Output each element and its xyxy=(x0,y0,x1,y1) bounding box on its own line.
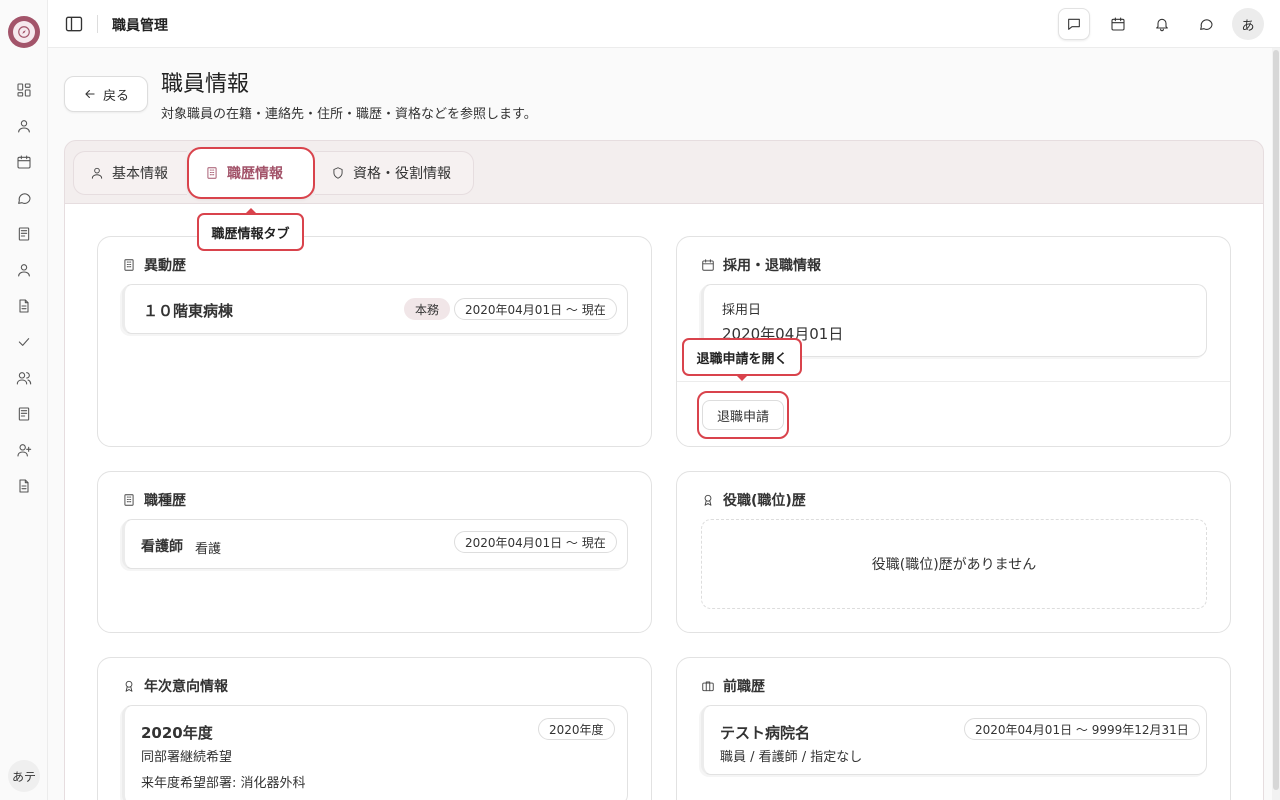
annual-intention-card: 年次意向情報 2020年度 2020年度 同部署継続希望 来年度希望部署: 消化… xyxy=(97,657,652,800)
period-badge: 2020年04月01日 〜 9999年12月31日 xyxy=(964,718,1200,740)
book-icon[interactable] xyxy=(14,224,34,244)
card-title: 前職歴 xyxy=(723,679,765,695)
back-label: 戻る xyxy=(102,88,129,104)
user-avatar[interactable]: あ xyxy=(1232,8,1264,40)
status-badge: 本務 xyxy=(404,298,451,320)
app-title: 職員管理 xyxy=(112,18,168,34)
retire-open-callout: 退職申請を開く xyxy=(682,338,802,381)
calendar-icon[interactable] xyxy=(14,152,34,172)
building-icon xyxy=(124,259,134,271)
tab-qualification-info[interactable]: 資格・役割情報 xyxy=(315,151,474,195)
previous-employer: テスト病院名 xyxy=(720,724,811,742)
list-item[interactable]: 2020年度 2020年度 同部署継続希望 来年度希望部署: 消化器外科 xyxy=(122,705,628,800)
page-title: 職員情報 xyxy=(161,72,250,97)
retire-request-button[interactable]: 退職申請 xyxy=(697,391,789,439)
card-heading: 前職歴 xyxy=(701,676,765,696)
list-item[interactable]: 看護師 看護 2020年04月01日 〜 現在 xyxy=(122,519,628,569)
card-heading: 職種歴 xyxy=(122,490,186,510)
bell-icon[interactable] xyxy=(1146,8,1178,40)
shield-icon xyxy=(333,167,343,179)
grid-icon[interactable] xyxy=(14,80,34,100)
period-badge: 2020年04月01日 〜 現在 xyxy=(454,531,617,553)
card-heading: 異動歴 xyxy=(122,255,186,275)
scrollbar[interactable] xyxy=(1272,48,1280,800)
building-icon xyxy=(124,494,134,506)
card-title: 採用・退職情報 xyxy=(723,258,821,274)
occupation-history-card: 職種歴 看護師 看護 2020年04月01日 〜 現在 xyxy=(97,471,652,633)
transfer-history-card: 異動歴 １０階東病棟 本務 2020年04月01日 〜 現在 xyxy=(97,236,652,447)
hire-date-label: 採用日 xyxy=(722,303,762,318)
user-icon xyxy=(91,167,103,179)
briefcase-icon xyxy=(702,681,714,692)
tab-career-info[interactable]: 職歴情報 xyxy=(187,147,315,199)
empty-state: 役職(職位)歴がありません xyxy=(701,519,1207,609)
user-plus-icon[interactable] xyxy=(14,440,34,460)
users-icon[interactable] xyxy=(14,368,34,388)
tab-label: 職歴情報 xyxy=(227,166,283,182)
left-rail: あテ xyxy=(0,0,48,800)
check-icon[interactable] xyxy=(14,332,34,352)
position-history-card: 役職(職位)歴 役職(職位)歴がありません xyxy=(676,471,1231,633)
compass-icon[interactable] xyxy=(8,16,40,48)
user-icon[interactable] xyxy=(14,116,34,136)
callout-text: 退職申請を開く xyxy=(696,351,788,367)
back-button[interactable]: 戻る xyxy=(64,76,148,112)
card-title: 職種歴 xyxy=(144,493,186,509)
scrollbar-thumb[interactable] xyxy=(1273,50,1279,790)
document-icon[interactable] xyxy=(14,296,34,316)
card-title: 年次意向情報 xyxy=(144,679,228,695)
top-bar: 職員管理 あ xyxy=(48,0,1280,48)
card-heading: 年次意向情報 xyxy=(122,676,228,696)
occupation-category: 看護 xyxy=(195,542,222,557)
message-icon[interactable] xyxy=(1058,8,1090,40)
divider xyxy=(97,15,98,33)
tab-label: 基本情報 xyxy=(112,166,168,182)
chat-icon[interactable] xyxy=(1190,8,1222,40)
retire-request-label: 退職申請 xyxy=(701,400,784,430)
calendar-icon xyxy=(702,259,714,271)
list-item[interactable]: １０階東病棟 本務 2020年04月01日 〜 現在 xyxy=(122,284,628,334)
card-heading: 採用・退職情報 xyxy=(701,255,821,275)
document-icon[interactable] xyxy=(14,476,34,496)
tab-basic-info[interactable]: 基本情報 xyxy=(73,151,187,195)
period-badge: 2020年04月01日 〜 現在 xyxy=(454,298,617,320)
career-tab-callout: 職歴情報タブ xyxy=(197,208,304,251)
intention-text: 同部署継続希望 xyxy=(141,750,233,765)
award-icon xyxy=(125,680,133,692)
callout-text: 職歴情報タブ xyxy=(211,226,290,242)
arrow-left-icon xyxy=(85,89,95,99)
calendar-icon[interactable] xyxy=(1102,8,1134,40)
next-department: 来年度希望部署: 消化器外科 xyxy=(141,776,306,791)
avatar[interactable]: あテ xyxy=(8,760,40,792)
card-title: 役職(職位)歴 xyxy=(723,493,806,509)
sidebar-toggle-icon[interactable] xyxy=(64,14,84,34)
year-badge: 2020年度 xyxy=(538,718,615,740)
card-heading: 役職(職位)歴 xyxy=(701,490,806,510)
building-icon xyxy=(207,167,217,179)
occupation-name: 看護師 xyxy=(141,539,183,555)
tab-label: 資格・役割情報 xyxy=(353,166,451,182)
user-icon[interactable] xyxy=(14,260,34,280)
card-title: 異動歴 xyxy=(144,258,186,274)
tab-strip: 基本情報 職歴情報 資格・役割情報 xyxy=(64,140,1264,204)
previous-job-card: 前職歴 テスト病院名 2020年04月01日 〜 9999年12月31日 職員 … xyxy=(676,657,1231,800)
divider xyxy=(677,381,1230,382)
previous-job-detail: 職員 / 看護師 / 指定なし xyxy=(720,750,863,765)
fiscal-year: 2020年度 xyxy=(141,724,213,742)
award-icon xyxy=(704,494,712,506)
book-icon[interactable] xyxy=(14,404,34,424)
list-item[interactable]: テスト病院名 2020年04月01日 〜 9999年12月31日 職員 / 看護… xyxy=(701,705,1207,775)
page-subtitle: 対象職員の在籍・連絡先・住所・職歴・資格などを参照します。 xyxy=(161,107,537,122)
chat-icon[interactable] xyxy=(14,188,34,208)
ward-name: １０階東病棟 xyxy=(143,302,234,320)
